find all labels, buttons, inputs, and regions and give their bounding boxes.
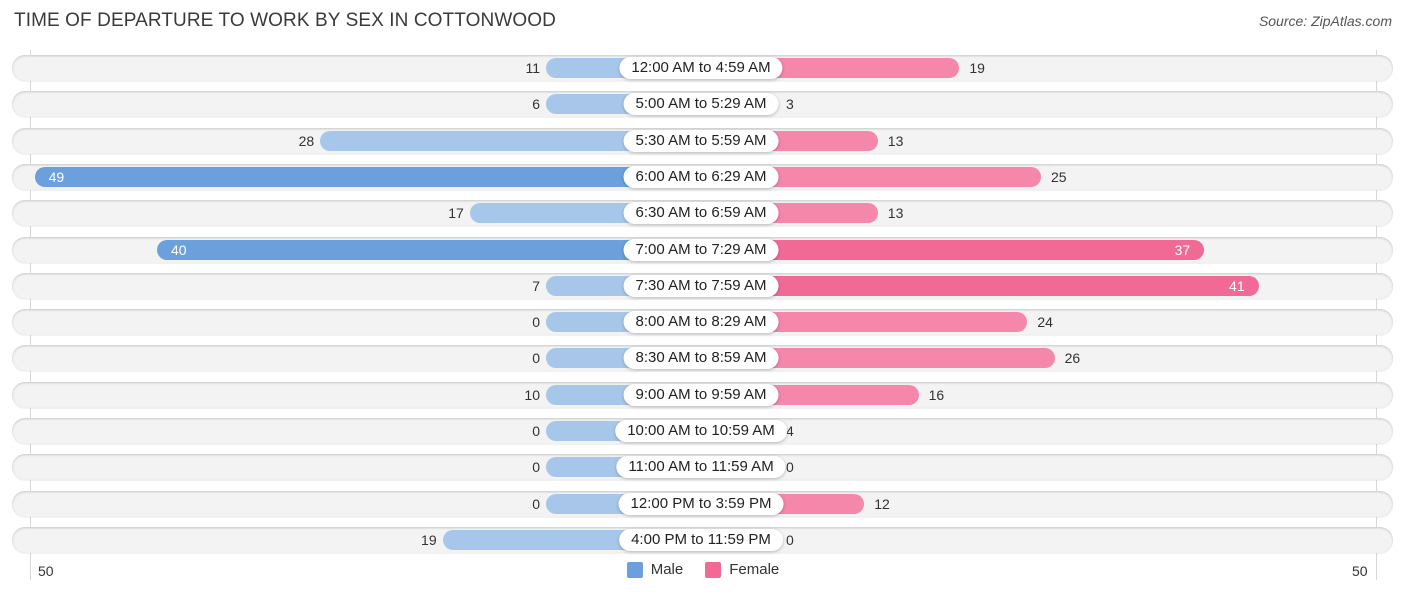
category-label: 8:00 AM to 8:29 AM bbox=[623, 311, 779, 334]
legend: Male Female bbox=[0, 561, 1406, 578]
category-label: 10:00 AM to 10:59 AM bbox=[615, 420, 787, 442]
category-label: 7:30 AM to 7:59 AM bbox=[623, 274, 779, 297]
value-label-male: 6 bbox=[532, 96, 540, 113]
value-label-male: 0 bbox=[532, 459, 540, 476]
value-label-male: 7 bbox=[532, 277, 540, 294]
value-label-female: 0 bbox=[786, 459, 794, 476]
category-label: 11:00 AM to 11:59 AM bbox=[616, 456, 786, 479]
value-label-female: 26 bbox=[1064, 350, 1081, 367]
value-label-female: 3 bbox=[786, 96, 794, 113]
legend-item-male[interactable]: Male bbox=[626, 561, 684, 578]
legend-label-male: Male bbox=[650, 561, 684, 578]
value-label-female: 12 bbox=[874, 495, 890, 512]
legend-item-female[interactable]: Female bbox=[705, 561, 779, 578]
category-label: 8:30 AM to 8:59 AM bbox=[623, 347, 779, 370]
value-label-male: 19 bbox=[421, 531, 437, 548]
value-label-male: 10 bbox=[524, 386, 540, 403]
value-label-male: 17 bbox=[448, 205, 464, 222]
value-label-male: 0 bbox=[532, 350, 540, 367]
category-label: 9:00 AM to 9:59 AM bbox=[623, 383, 779, 406]
category-label: 6:30 AM to 6:59 AM bbox=[623, 202, 779, 225]
value-label-female: 16 bbox=[928, 386, 945, 403]
value-label-female: 13 bbox=[887, 132, 904, 149]
value-label-male: 0 bbox=[532, 314, 540, 331]
value-label-male: 49 bbox=[48, 168, 65, 185]
category-label: 5:30 AM to 5:59 AM bbox=[623, 129, 779, 152]
value-label-female: 0 bbox=[786, 531, 794, 548]
category-label: 12:00 PM to 3:59 PM bbox=[618, 492, 784, 515]
bar-male[interactable] bbox=[157, 239, 701, 260]
value-label-female: 37 bbox=[1174, 241, 1191, 258]
value-label-female: 41 bbox=[1229, 277, 1245, 294]
bar-male[interactable] bbox=[34, 166, 701, 187]
value-label-male: 0 bbox=[532, 423, 540, 439]
category-label: 5:00 AM to 5:29 AM bbox=[623, 93, 779, 116]
legend-swatch-male bbox=[626, 561, 643, 578]
bar-female[interactable] bbox=[701, 275, 1259, 296]
source-label: Source: ZipAtlas.com bbox=[1258, 13, 1392, 29]
value-label-male: 0 bbox=[532, 495, 540, 512]
value-label-female: 4 bbox=[786, 423, 794, 439]
value-label-female: 25 bbox=[1051, 168, 1067, 185]
category-label: 12:00 AM to 4:59 AM bbox=[619, 57, 783, 79]
category-label: 7:00 AM to 7:29 AM bbox=[623, 238, 779, 261]
category-label: 4:00 PM to 11:59 PM bbox=[619, 528, 783, 551]
value-label-male: 40 bbox=[171, 241, 187, 258]
value-label-female: 24 bbox=[1037, 314, 1053, 331]
value-label-male: 11 bbox=[525, 60, 540, 76]
chart-title: TIME OF DEPARTURE TO WORK BY SEX IN COTT… bbox=[14, 10, 556, 31]
value-label-male: 28 bbox=[298, 132, 315, 149]
category-label: 6:00 AM to 6:29 AM bbox=[623, 165, 779, 188]
legend-label-female: Female bbox=[729, 561, 780, 578]
value-label-female: 13 bbox=[887, 205, 904, 222]
value-label-female: 19 bbox=[969, 60, 985, 76]
legend-swatch-female bbox=[705, 561, 722, 578]
